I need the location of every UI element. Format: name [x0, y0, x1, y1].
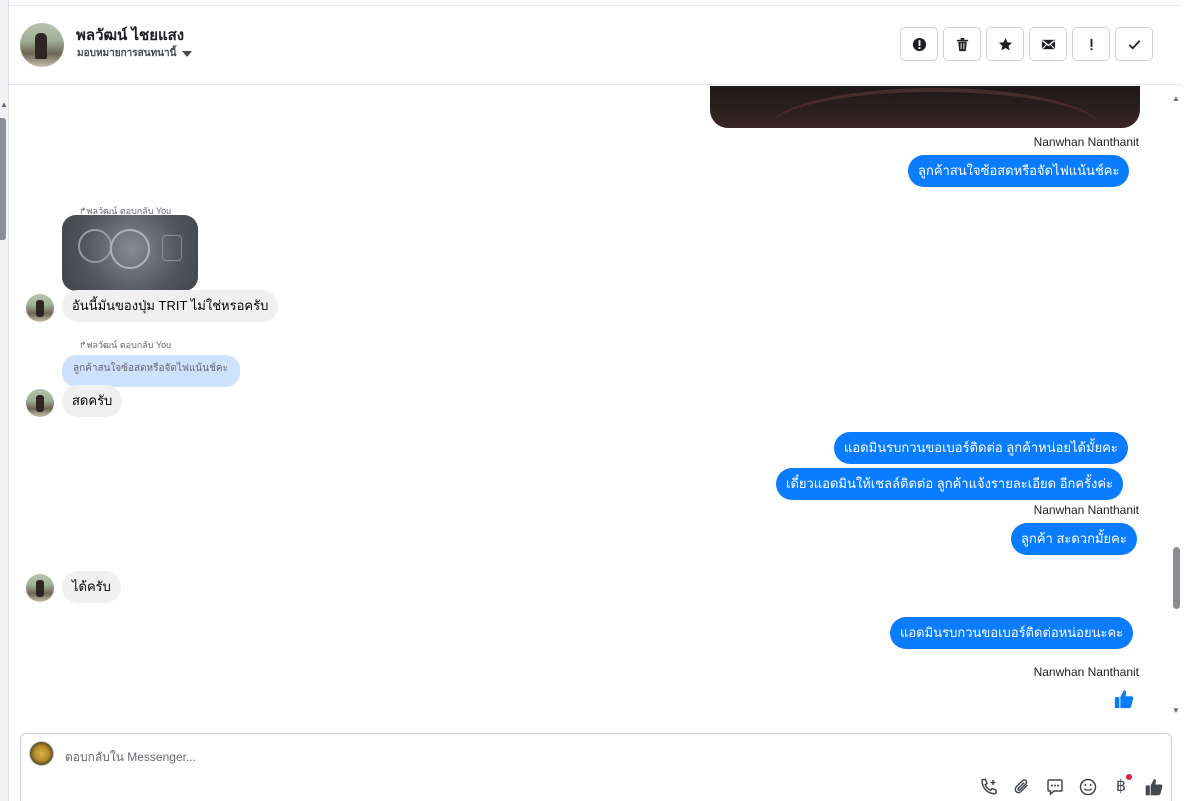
- star-button[interactable]: [986, 27, 1024, 61]
- reply-input[interactable]: ตอบกลับใน Messenger...: [65, 748, 196, 767]
- star-icon: [998, 37, 1012, 50]
- follow-up-button[interactable]: [1072, 27, 1110, 61]
- thumbs-up-icon[interactable]: [1113, 688, 1135, 710]
- paperclip-icon: [1014, 779, 1028, 794]
- page-avatar: [29, 741, 54, 766]
- payment-button[interactable]: ฿: [1111, 774, 1132, 797]
- sender-name: Nanwhan Nanthanit: [1033, 503, 1139, 517]
- mark-unread-button[interactable]: [1029, 27, 1067, 61]
- spam-button[interactable]: [900, 27, 938, 61]
- saved-replies-button[interactable]: [1045, 777, 1065, 797]
- sender-name: Nanwhan Nanthanit: [1033, 665, 1139, 679]
- contact-avatar-small[interactable]: [26, 389, 54, 417]
- reply-composer[interactable]: ตอบกลับใน Messenger... ฿: [20, 733, 1172, 801]
- scroll-down-arrow[interactable]: ▼: [1172, 706, 1180, 715]
- attach-button[interactable]: [1012, 777, 1032, 797]
- caret-down-icon: [182, 50, 193, 57]
- message-scrollbar[interactable]: ▲ ▼: [1172, 90, 1182, 720]
- contact-avatar-small[interactable]: [26, 574, 54, 602]
- reply-label: ↱พลวัฒน์ ตอบกลับ You: [79, 340, 172, 350]
- outgoing-message[interactable]: เดี๋ยวแอดมินให้เชลล์ติดต่อ ลูกค้าแจ้งราย…: [776, 468, 1124, 500]
- replied-image[interactable]: [62, 215, 198, 291]
- baht-icon: ฿: [1115, 778, 1127, 795]
- check-icon: [1128, 39, 1140, 49]
- scrollbar-thumb[interactable]: [1173, 547, 1180, 609]
- left-scrollbar-thumb[interactable]: [0, 118, 6, 240]
- emoji-button[interactable]: [1078, 777, 1098, 797]
- quoted-message[interactable]: ลูกค้าสนใจซ้อสดหรือจัดไฟแน้นช์คะ: [62, 355, 240, 387]
- left-scroll-up-arrow[interactable]: ▲: [0, 100, 8, 110]
- exclamation-icon: [1090, 38, 1092, 50]
- outgoing-message[interactable]: แอดมินรบกวนขอเบอร์ติดต่อ ลูกค้าหน่อยได้ม…: [834, 432, 1128, 464]
- scroll-up-arrow[interactable]: ▲: [1172, 94, 1180, 103]
- composer-tools: ฿: [979, 774, 1164, 797]
- incoming-message[interactable]: ได้ครับ: [62, 571, 121, 603]
- smiley-icon: [1079, 778, 1097, 796]
- mark-done-button[interactable]: [1115, 27, 1153, 61]
- conversation-panel: พลวัฒน์ ไชยแสง มอบหมายการสนทนานี้ Nanwha…: [9, 5, 1182, 801]
- outgoing-message[interactable]: แอดมินรบกวนขอเบอร์ติดต่อหน่อยนะคะ: [890, 617, 1134, 649]
- notification-dot: [1126, 774, 1132, 780]
- sent-image[interactable]: [710, 86, 1140, 128]
- call-button[interactable]: [979, 777, 999, 797]
- outgoing-message[interactable]: ลูกค้าสนใจซ้อสดหรือจัดไฟแน้นช์คะ: [908, 155, 1130, 187]
- incoming-message[interactable]: สดครับ: [62, 385, 123, 417]
- alert-circle-icon: [912, 37, 926, 51]
- trash-icon: [956, 37, 968, 51]
- thumbs-up-icon: [1145, 779, 1163, 796]
- assign-label: มอบหมายการสนทนานี้: [77, 48, 177, 59]
- contact-avatar-small[interactable]: [26, 294, 54, 322]
- delete-button[interactable]: [943, 27, 981, 61]
- message-thread[interactable]: Nanwhan Nanthanit ลูกค้าสนใจซ้อสดหรือจัด…: [9, 86, 1182, 729]
- conversation-header: พลวัฒน์ ไชยแสง มอบหมายการสนทนานี้: [9, 6, 1182, 85]
- send-like-button[interactable]: [1144, 777, 1164, 797]
- envelope-icon: [1041, 39, 1055, 49]
- outgoing-message[interactable]: ลูกค้า สะดวกมั้ยคะ: [1011, 523, 1137, 555]
- incoming-message[interactable]: อันนี้มันของปุ่ม TRIT ไม่ใช่หรอครับ: [62, 290, 279, 322]
- chat-bubble-icon: [1047, 779, 1063, 796]
- assign-conversation-dropdown[interactable]: มอบหมายการสนทนานี้: [77, 46, 193, 61]
- reply-arrow-icon: ↱: [79, 340, 87, 350]
- header-actions: [900, 27, 1153, 61]
- contact-name[interactable]: พลวัฒน์ ไชยแสง: [76, 23, 184, 47]
- contact-avatar[interactable]: [20, 23, 64, 67]
- phone-plus-icon: [981, 778, 997, 795]
- sender-name: Nanwhan Nanthanit: [1033, 135, 1139, 149]
